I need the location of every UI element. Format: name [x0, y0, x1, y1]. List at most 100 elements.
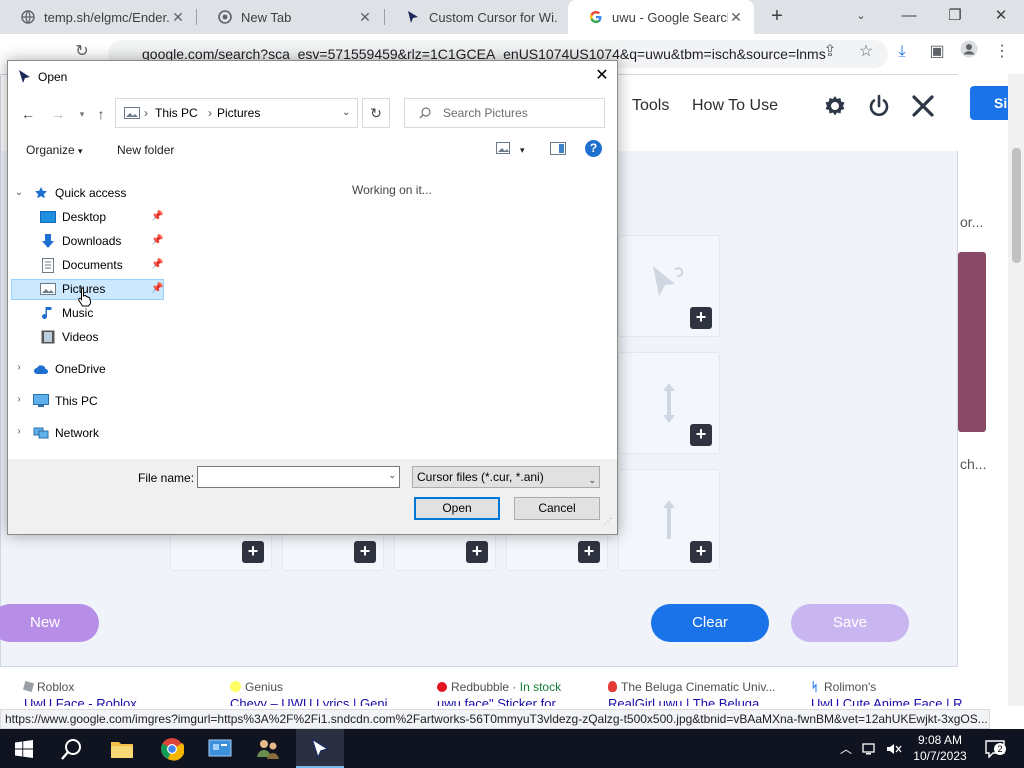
tree-downloads[interactable]: Downloads	[40, 230, 121, 252]
cursor-slot[interactable]: +	[618, 469, 720, 571]
recent-locations-icon[interactable]: ▾	[72, 104, 92, 124]
close-tab-icon[interactable]: ✕	[728, 9, 744, 26]
add-cursor-button[interactable]: +	[242, 541, 264, 563]
close-window-button[interactable]: ✕	[978, 0, 1024, 34]
chevron-down-icon[interactable]: ⌄	[342, 99, 350, 127]
add-cursor-button[interactable]: +	[690, 424, 712, 446]
open-button[interactable]: Open	[414, 497, 500, 520]
dialog-title-bar[interactable]: Open ✕	[8, 61, 617, 93]
file-name-input[interactable]: ⌄	[197, 466, 400, 488]
how-to-use-link[interactable]: How To Use	[692, 97, 778, 115]
preview-pane-icon[interactable]	[550, 142, 566, 158]
close-icon[interactable]	[910, 93, 936, 119]
network-tray-icon[interactable]	[860, 729, 880, 768]
tree-pictures[interactable]: Pictures	[40, 278, 105, 300]
tree-videos[interactable]: Videos	[40, 326, 98, 348]
view-options-icon[interactable]: ▾	[520, 145, 525, 156]
search-pictures-input[interactable]: Search Pictures	[404, 98, 605, 128]
breadcrumb-pictures[interactable]: Pictures	[217, 99, 260, 127]
show-hidden-icons-chevron[interactable]: ︿	[836, 729, 856, 768]
up-arrow-icon[interactable]: ↑	[91, 104, 111, 124]
control-panel-button[interactable]	[196, 729, 244, 768]
result-title[interactable]: UwU Face - Roblox	[24, 696, 137, 706]
result-source[interactable]: Redbubble · In stock	[437, 680, 561, 694]
result-source[interactable]: Roblox	[22, 680, 74, 694]
chevron-down-icon[interactable]: ⌄	[388, 470, 396, 481]
cancel-button[interactable]: Cancel	[514, 497, 600, 520]
add-cursor-button[interactable]: +	[354, 541, 376, 563]
change-view-icon[interactable]	[496, 142, 510, 157]
cursor-slot[interactable]: +	[618, 235, 720, 337]
tab-search-icon[interactable]: ⌄	[838, 0, 884, 34]
menu-icon[interactable]: ⋮	[990, 40, 1014, 64]
tab-temp-sh[interactable]: temp.sh/elgmc/Ender... ✕	[0, 0, 196, 34]
add-cursor-button[interactable]: +	[578, 541, 600, 563]
profile-icon[interactable]	[957, 40, 981, 64]
chevron-down-icon[interactable]: ⌄	[14, 187, 24, 198]
tree-desktop[interactable]: Desktop	[40, 206, 106, 228]
tab-google-search[interactable]: uwu - Google Search ✕	[568, 0, 754, 34]
minimize-button[interactable]: —	[886, 0, 932, 34]
result-source[interactable]: The Beluga Cinematic Univ...	[608, 680, 776, 694]
save-button[interactable]: Save	[791, 604, 909, 642]
dialog-close-button[interactable]: ✕	[593, 67, 611, 85]
sign-in-button[interactable]: Si	[970, 86, 1008, 120]
add-cursor-button[interactable]: +	[690, 307, 712, 329]
chevron-right-icon[interactable]: ›	[14, 362, 24, 373]
new-folder-button[interactable]: New folder	[117, 143, 174, 157]
pin-icon: 📌	[151, 283, 164, 294]
custom-cursor-taskbar-button[interactable]	[296, 729, 344, 768]
file-type-select[interactable]: Cursor files (*.cur, *.ani) ⌄	[412, 466, 600, 488]
chevron-right-icon[interactable]: ›	[14, 394, 24, 405]
resize-grip-icon[interactable]: ⋰	[604, 517, 612, 526]
power-icon[interactable]	[866, 93, 892, 119]
share-icon[interactable]: ⇪	[818, 40, 842, 64]
result-title[interactable]: Chevy – UWU Lyrics | Geni...	[230, 696, 398, 706]
result-title[interactable]: UwU Cute Anime Face | R...	[811, 696, 973, 706]
breadcrumb-this-pc[interactable]: This PC	[155, 99, 198, 127]
organize-menu[interactable]: Organize ▾	[26, 143, 83, 157]
chrome-taskbar-button[interactable]	[148, 729, 196, 768]
chevron-right-icon[interactable]: ›	[14, 426, 24, 437]
close-tab-icon[interactable]: ✕	[357, 9, 373, 26]
notification-center-button[interactable]: 2	[980, 729, 1010, 768]
users-app-button[interactable]	[244, 729, 292, 768]
forward-arrow-icon[interactable]: →	[48, 104, 68, 124]
tree-this-pc[interactable]: This PC	[33, 390, 98, 412]
cursor-slot[interactable]: +	[618, 352, 720, 454]
system-clock[interactable]: 9:08 AM 10/7/2023	[906, 732, 974, 764]
tree-onedrive[interactable]: OneDrive	[33, 358, 106, 380]
new-button[interactable]: New	[0, 604, 99, 642]
tools-link[interactable]: Tools	[632, 97, 669, 115]
volume-muted-icon[interactable]	[884, 729, 904, 768]
tree-quick-access[interactable]: Quick access	[33, 182, 126, 204]
new-tab-button[interactable]: +	[766, 6, 788, 28]
tab-title: temp.sh/elgmc/Ender...	[44, 9, 170, 25]
clear-button[interactable]: Clear	[651, 604, 769, 642]
restore-button[interactable]: ❐	[932, 0, 978, 34]
tree-network[interactable]: Network	[33, 422, 99, 444]
tree-documents[interactable]: Documents	[40, 254, 123, 276]
result-source[interactable]: ᛋ Rolimon's	[811, 680, 876, 694]
bookmark-star-icon[interactable]: ☆	[854, 40, 878, 64]
close-tab-icon[interactable]: ✕	[170, 9, 186, 26]
scrollbar-thumb[interactable]	[1012, 148, 1021, 263]
refresh-icon[interactable]: ↻	[362, 98, 390, 128]
back-arrow-icon[interactable]: ←	[18, 104, 38, 124]
download-icon[interactable]: ⤓	[890, 40, 914, 64]
start-button[interactable]	[0, 729, 48, 768]
result-source[interactable]: Genius	[230, 680, 283, 694]
tab-custom-cursor[interactable]: Custom Cursor for Wi...	[385, 0, 567, 34]
search-taskbar-button[interactable]	[48, 729, 96, 768]
gear-icon[interactable]	[822, 93, 848, 119]
help-icon[interactable]: ?	[585, 140, 602, 157]
address-breadcrumb[interactable]: › This PC › Pictures ⌄	[115, 98, 358, 128]
add-cursor-button[interactable]: +	[466, 541, 488, 563]
tab-new-tab[interactable]: New Tab ✕	[197, 0, 383, 34]
extensions-icon[interactable]: ▣	[925, 40, 949, 64]
file-explorer-button[interactable]	[98, 729, 146, 768]
result-thumbnail[interactable]	[958, 252, 986, 432]
add-cursor-button[interactable]: +	[690, 541, 712, 563]
result-title[interactable]: RealGirl uwu | The Beluga ...	[608, 696, 774, 706]
result-title[interactable]: uwu face" Sticker for ...	[437, 696, 570, 706]
